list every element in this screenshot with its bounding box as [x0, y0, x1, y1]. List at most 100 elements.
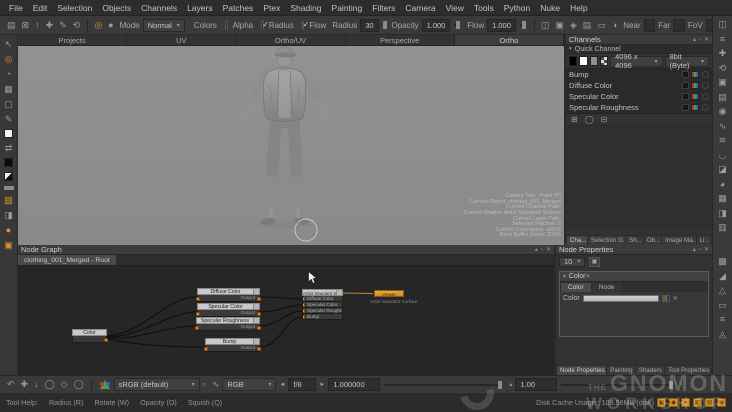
channel-row-specular-color[interactable]: Specular Color	[566, 91, 712, 102]
zoom-input[interactable]: 1.00	[515, 378, 558, 391]
foreground-color-swatch[interactable]	[4, 129, 13, 138]
input-port[interactable]	[196, 296, 200, 301]
close-icon[interactable]: ✕	[546, 246, 551, 253]
cache-status-icon-5[interactable]: ▤	[705, 398, 714, 407]
pin-icon[interactable]: ▴	[693, 246, 696, 253]
menu-camera[interactable]: Camera	[400, 3, 440, 13]
channel-row-diffuse[interactable]: Diffuse Color	[566, 80, 712, 91]
stack-icon[interactable]: ≡	[720, 315, 725, 324]
tree-icon[interactable]: ◬	[719, 329, 726, 339]
exposure-up-icon[interactable]: ►	[319, 382, 325, 388]
flow-checkbox[interactable]	[301, 20, 309, 29]
channel-row-bump[interactable]: Bump	[566, 69, 712, 80]
black-fill-swatch[interactable]	[569, 56, 578, 66]
node-expand-button[interactable]	[253, 304, 259, 309]
output-port[interactable]	[257, 296, 261, 301]
levels-icon[interactable]: ≋	[719, 136, 727, 145]
menu-tools[interactable]: Tools	[469, 3, 499, 13]
colorspace-lock-icon[interactable]: ▫	[203, 380, 206, 389]
falloff-icon[interactable]: ◡	[719, 150, 727, 160]
undo-nav-icon[interactable]: ↶	[7, 380, 15, 389]
radius-slider[interactable]	[382, 21, 387, 29]
node-graph-tab[interactable]: clothing_001_Merged - Root	[18, 255, 116, 265]
gain-input[interactable]: 1.000000	[328, 378, 381, 391]
input-port[interactable]	[204, 346, 208, 351]
float-icon[interactable]: ▫	[541, 247, 543, 253]
node-graph-canvas[interactable]: Color Diffuse Color Output Specular Colo…	[18, 266, 554, 375]
palette-icon[interactable]: ◕	[720, 179, 725, 189]
select-tool-icon[interactable]: ↖	[5, 39, 13, 49]
snapshot-icon[interactable]: ▣	[555, 20, 564, 30]
gray-value-swatch[interactable]	[3, 186, 14, 190]
exposure-down-icon[interactable]: ◄	[279, 382, 285, 388]
zoom-lock-icon[interactable]: ↓	[34, 380, 39, 389]
menu-filters[interactable]: Filters	[367, 3, 400, 13]
display-channel-select[interactable]: RGB	[222, 378, 277, 391]
cache-status-icon-1[interactable]: ▣	[657, 398, 666, 407]
menu-ptex[interactable]: Ptex	[258, 3, 285, 13]
new-project-icon[interactable]: ▤	[7, 20, 16, 30]
input-port[interactable]	[195, 325, 199, 330]
frame-icon[interactable]: ▭	[718, 300, 727, 310]
checker-panel-icon[interactable]: ▦	[718, 194, 727, 203]
channel-depth-select[interactable]: 8bit (Byte)	[664, 52, 710, 70]
menu-objects[interactable]: Objects	[97, 3, 136, 13]
paint-brush-icon[interactable]: ✎	[5, 114, 13, 124]
3d-viewport-canvas[interactable]: Current Tool : Paint (P) Current Object:…	[18, 46, 564, 245]
color-picker-icon[interactable]	[661, 295, 670, 302]
checker-fill-swatch[interactable]	[599, 56, 609, 66]
history-icon[interactable]: ⟲	[719, 63, 727, 73]
menu-view[interactable]: View	[441, 3, 469, 13]
tab-perspective[interactable]: Perspective	[345, 35, 455, 45]
gray-fill-swatch[interactable]	[589, 56, 598, 66]
cache-status-icon-4[interactable]: ◧	[693, 398, 702, 407]
far-input[interactable]	[673, 18, 685, 32]
opacity-input[interactable]: 1.000	[421, 18, 451, 32]
camera-cube-icon[interactable]: ◫	[541, 20, 550, 30]
tab-node-properties[interactable]: Node Properties	[557, 366, 607, 375]
pan-lock-icon[interactable]: ✚	[21, 380, 29, 389]
tab-objects[interactable]: Ob...	[643, 236, 662, 245]
tab-ortho-uv[interactable]: Ortho/UV	[236, 35, 346, 45]
menu-selection[interactable]: Selection	[52, 3, 97, 13]
tab-lights[interactable]: Li...	[696, 236, 711, 245]
node-expand-button[interactable]	[253, 289, 259, 294]
flow-slider[interactable]	[519, 21, 526, 29]
add-object-icon[interactable]: ✚	[46, 20, 54, 30]
curves-icon[interactable]: ∿	[719, 121, 727, 131]
close-project-icon[interactable]: ⊠	[22, 20, 30, 30]
add-channel-icon[interactable]: ⊞	[571, 115, 578, 124]
paint-through-icon[interactable]: ▧	[4, 195, 13, 205]
tab-ortho[interactable]: Ortho	[454, 35, 565, 45]
clone-stamp-icon[interactable]: ◨	[4, 210, 13, 220]
zoom-slider[interactable]	[561, 380, 674, 389]
marquee-select-icon[interactable]: ▢	[4, 99, 13, 109]
node-expand-button[interactable]	[336, 290, 342, 295]
tab-uv[interactable]: UV	[127, 35, 237, 45]
node-diffuse-color[interactable]: Diffuse Color Output	[196, 288, 261, 302]
input-port[interactable]	[303, 315, 305, 319]
node-bump[interactable]: Bump Output	[204, 338, 261, 352]
lights-icon[interactable]: ◉	[719, 107, 727, 116]
focus-lock-icon[interactable]: ◯	[74, 380, 84, 389]
roll-lock-icon[interactable]: ◇	[61, 380, 68, 389]
ellipse-select-icon[interactable]: ◔	[6, 69, 11, 79]
shelf-icon[interactable]: ◪	[718, 165, 727, 174]
export-icon[interactable]: ↑	[35, 20, 40, 30]
transform-tool-icon[interactable]: ◎	[5, 54, 13, 64]
mirror-icon[interactable]: ◑	[612, 20, 617, 30]
flow-input[interactable]: 1.000	[487, 18, 516, 32]
menu-channels[interactable]: Channels	[136, 3, 182, 13]
output-port[interactable]	[104, 337, 108, 342]
input-port[interactable]	[303, 309, 305, 313]
lock-properties-button[interactable]: ▣	[589, 256, 600, 267]
input-port[interactable]	[196, 311, 200, 316]
tab-shaders-bottom[interactable]: Shaders	[635, 366, 665, 375]
paint-buffer-icon[interactable]: ▣	[4, 240, 13, 250]
colorspace-select[interactable]: sRGB (default)	[113, 378, 200, 391]
cache-status-icon-3[interactable]: ●	[681, 398, 690, 407]
cache-status-icon-2[interactable]: ◆	[669, 398, 678, 407]
opacity-slider[interactable]	[454, 21, 461, 29]
float-icon[interactable]: ▫	[699, 37, 701, 43]
menu-file[interactable]: File	[4, 3, 28, 13]
